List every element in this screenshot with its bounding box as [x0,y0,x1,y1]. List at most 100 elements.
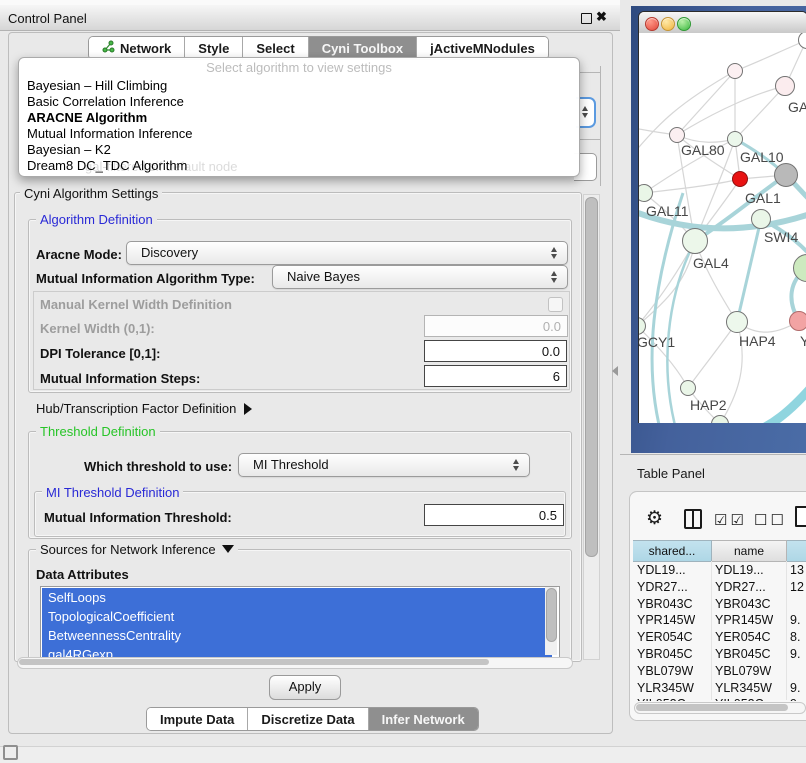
attribute-item-topologicalcoefficient[interactable]: TopologicalCoefficient [42,607,552,626]
node-label-gal10: GAL10 [740,149,784,165]
table-cell[interactable]: YIL052C [715,697,764,701]
network-node-gal1[interactable] [732,171,748,187]
table-cell[interactable]: YER054C [637,630,693,644]
zoom-traffic-light[interactable] [677,17,691,31]
algorithm-option-bayesian-k2[interactable]: Bayesian – K2 [27,142,111,157]
mi-threshold-field[interactable] [424,504,564,526]
tab-discretize-data[interactable]: Discretize Data [248,708,368,730]
tab-style[interactable]: Style [185,37,243,59]
algorithm-option-dream8-dc-tdc-algorithm[interactable]: Dream8 DC_TDC Algorithm [27,158,187,173]
node-label-gal4: GAL4 [693,255,729,271]
table-cell[interactable]: 9. [790,647,800,661]
aracne-mode-combo[interactable]: Discovery [126,241,568,265]
mi-algorithm-type-combo[interactable]: Naive Bayes [272,265,568,289]
table-cell[interactable]: YBL079W [715,664,771,678]
table-cell[interactable]: YDL19... [715,563,764,577]
table-cell[interactable]: YDR27... [637,580,688,594]
sources-group-title[interactable]: Sources for Network Inference [36,542,238,557]
table-cell[interactable]: YBR043C [637,597,693,611]
network-node-swi4[interactable] [751,209,771,229]
column-separator [786,561,787,700]
hub-definition-toggle[interactable]: Hub/Transcription Factor Definition [36,401,252,416]
gear-icon[interactable]: ⚙ [646,507,663,530]
network-window[interactable]: GALGAL80GAL10GAL1GAL11SWI4GAL4GCY1HAP4YH… [638,11,806,423]
network-node[interactable] [727,63,743,79]
node-label-gal11: GAL11 [646,203,689,219]
table-cell[interactable]: YPR145W [715,613,773,627]
tab-network[interactable]: Network [89,37,185,59]
table-cell[interactable]: YBR045C [715,647,771,661]
table-cell[interactable]: 9. [790,613,800,627]
algorithm-option-bayesian-hill-climbing[interactable]: Bayesian – Hill Climbing [27,78,167,93]
algorithm-option-basic-correlation-inference[interactable]: Basic Correlation Inference [27,94,184,109]
table-cell[interactable]: 9 [790,697,797,701]
cyni-algorithm-settings-title: Cyni Algorithm Settings [20,186,162,201]
export-table-icon[interactable] [795,506,806,527]
table-cell[interactable]: YLR345W [715,681,772,695]
network-canvas[interactable]: GALGAL80GAL10GAL1GAL11SWI4GAL4GCY1HAP4YH… [639,33,806,423]
data-attributes-list: SelfLoopsTopologicalCoefficientBetweenne… [40,586,560,658]
columns-icon[interactable] [684,509,702,529]
attribute-item-betweennesscentrality[interactable]: BetweennessCentrality [42,626,552,645]
dpi-tolerance-field[interactable] [424,340,567,362]
table-cell[interactable]: YDL19... [637,563,686,577]
tab-infer-network[interactable]: Infer Network [369,708,478,730]
table-cell[interactable]: YBR043C [715,597,771,611]
network-node-hap2[interactable] [680,380,696,396]
kernel-width-field[interactable] [424,315,568,337]
tab-select[interactable]: Select [243,37,308,59]
tab-label: Impute Data [160,712,234,727]
table-cell[interactable]: YPR145W [637,613,695,627]
settings-hscrollbar-thumb[interactable] [19,659,489,665]
algorithm-option-mutual-information-inference[interactable]: Mutual Information Inference [27,126,192,141]
apply-button[interactable]: Apply [269,675,341,700]
panel-grip-icon[interactable] [3,745,18,760]
table-cell[interactable]: 13 [790,563,804,577]
table-cell[interactable]: YER054C [715,630,771,644]
mi-steps-field[interactable] [424,365,567,387]
column-header-name[interactable]: name [712,540,787,562]
select-all-checkboxes-icon[interactable]: ☑☑ [714,511,747,529]
clear-all-checkboxes-icon[interactable]: ☐☐ [754,511,787,529]
algorithm-option-aracne-algorithm[interactable]: ARACNE Algorithm [27,110,147,125]
which-threshold-label: Which threshold to use: [84,459,232,474]
mi-algorithm-type-value: Naive Bayes [287,269,360,284]
column-header-shared-name[interactable]: shared... [633,540,712,562]
network-node-hap4[interactable] [726,311,748,333]
splitter-collapse-icon[interactable] [612,366,618,376]
tab-cyni-toolbox[interactable]: Cyni Toolbox [309,37,417,59]
table-cell[interactable]: YLR345W [637,681,694,695]
table-cell[interactable]: 9. [790,681,800,695]
network-node-gal80[interactable] [669,127,685,143]
float-window-icon[interactable] [581,13,592,24]
table-panel-divider [620,454,806,455]
table-cell[interactable]: YIL052C [637,697,686,701]
attribute-item-selfloops[interactable]: SelfLoops [42,588,552,607]
which-threshold-combo[interactable]: MI Threshold [238,453,530,477]
attr-list-scrollbar-thumb[interactable] [546,588,557,642]
network-node[interactable] [774,163,798,187]
tab-jactivemnodules[interactable]: jActiveMNodules [417,37,548,59]
manual-kernel-width-checkbox[interactable] [548,297,563,312]
data-attributes-label: Data Attributes [36,567,129,582]
network-node-gal[interactable] [775,76,795,96]
network-node-y[interactable] [789,311,806,331]
table-cell[interactable]: YDR27... [715,580,766,594]
column-header-partial[interactable] [787,540,806,562]
node-label-swi4: SWI4 [764,229,798,245]
network-window-titlebar[interactable] [639,12,806,34]
sources-title-text: Sources for Network Inference [40,542,216,557]
table-cell[interactable]: 8. [790,630,800,644]
network-node-gal10[interactable] [727,131,743,147]
table-cell[interactable]: 12 [790,580,804,594]
network-node-gal4[interactable] [682,228,708,254]
minimize-traffic-light[interactable] [661,17,675,31]
settings-scrollbar-thumb[interactable] [585,197,598,557]
table-hscrollbar-thumb[interactable] [636,704,788,711]
close-icon[interactable]: ✖ [596,9,607,25]
close-traffic-light[interactable] [645,17,659,31]
table-cell[interactable]: YBR045C [637,647,693,661]
table-cell[interactable]: YBL079W [637,664,693,678]
aracne-mode-value: Discovery [141,245,198,260]
tab-impute-data[interactable]: Impute Data [147,708,248,730]
